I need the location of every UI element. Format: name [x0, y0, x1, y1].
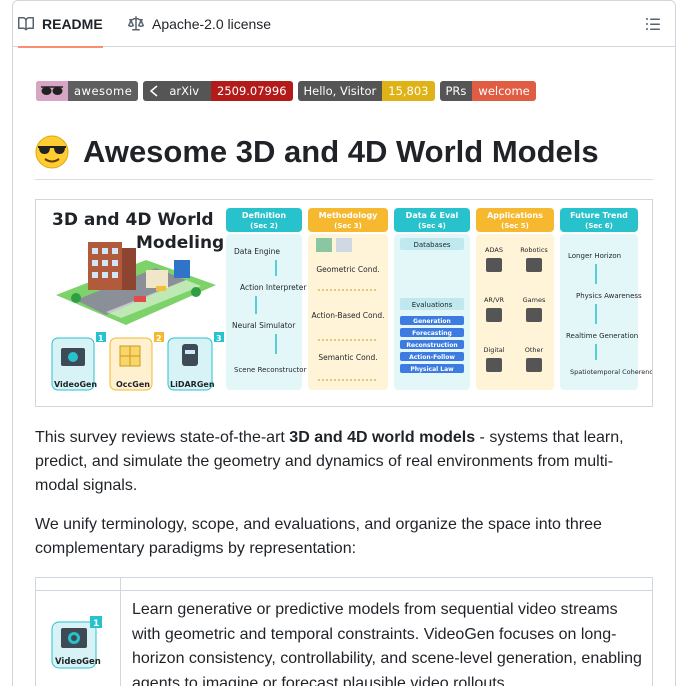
tab-readme-label: README: [42, 16, 103, 32]
paradigm-lidargen-num: 3: [216, 334, 222, 343]
awesome-glasses-icon: [41, 86, 63, 95]
arxiv-badge-value: 2509.07996: [211, 81, 293, 101]
data-eval-sec: (Sec 4): [418, 222, 446, 230]
outline-toggle-button[interactable]: [639, 11, 667, 37]
paradigm-table: 1 VideoGen Learn generative or predictiv…: [35, 577, 653, 686]
prs-badge-value: welcome: [472, 81, 536, 101]
paradigm-occgen: 2 OccGen: [109, 332, 164, 391]
paradigm-videogen-num: 1: [98, 334, 104, 343]
visitor-badge-count: 15,803: [382, 81, 435, 101]
future-trend-sec: (Sec 6): [585, 222, 613, 230]
videogen-row-description: Learn generative or predictive models fr…: [132, 601, 642, 686]
definition-sec: (Sec 2): [250, 222, 278, 230]
app-adas: ADAS: [485, 246, 503, 254]
definition-item-2: Action Interpreter: [240, 283, 307, 292]
awesome-badge-text: awesome: [68, 81, 139, 101]
readme-tab-bar: README Apache-2.0 license: [13, 1, 675, 48]
figure-column-applications: Applications (Sec 5) ADAS Robotics AR/VR…: [476, 208, 554, 390]
data-eval-evaluations: Evaluations: [412, 301, 453, 309]
arxiv-badge[interactable]: arXiv 2509.07996: [143, 81, 293, 101]
methodology-title: Methodology: [319, 211, 379, 220]
active-tab-underline: [18, 46, 103, 48]
paradigms-paragraph: We unify terminology, scope, and evaluat…: [35, 516, 602, 557]
paradigm-occgen-num: 2: [156, 334, 162, 343]
paradigm-lidargen-label: LiDARGen: [170, 380, 215, 389]
arxiv-logo-icon: [150, 85, 158, 97]
methodology-sec: (Sec 3): [334, 222, 362, 230]
page-title: Awesome 3D and 4D World Models: [35, 131, 653, 180]
methodology-item-3: Semantic Cond.: [318, 353, 377, 362]
eval-action-follow: Action-Follow: [409, 354, 455, 361]
figure-heading-line2: Modeling: [136, 233, 224, 253]
overview-figure-graphic: 3D and 4D World Modeling 1 VideoGen 2 Oc…: [51, 208, 657, 391]
figure-column-data-eval: Data & Eval (Sec 4) Databases Evaluation…: [394, 208, 470, 390]
eval-forecasting: Forecasting: [412, 330, 452, 337]
awesome-badge-logo: [36, 81, 68, 101]
videogen-row-icon-label: VideoGen: [55, 657, 101, 667]
eval-reconstruction: Reconstruction: [406, 342, 457, 349]
videogen-row-num: 1: [93, 619, 99, 629]
eval-physical-law: Physical Law: [410, 366, 454, 373]
law-scale-icon: [128, 16, 144, 31]
arxiv-badge-label: arXiv: [169, 84, 199, 98]
applications-title: Applications: [487, 211, 543, 220]
paradigm-lidargen: 3 LiDARGen: [167, 332, 224, 391]
future-item-1: Longer Horizon: [568, 252, 621, 260]
future-item-2: Physics Awareness: [576, 292, 642, 300]
future-item-4: Spatiotemporal Coherence: [570, 368, 652, 376]
badge-row: awesome arXiv 2509.07996 Hello, Visitor …: [36, 81, 536, 101]
app-other: Other: [525, 346, 544, 354]
definition-item-4: Scene Reconstructor: [234, 366, 307, 374]
outline-list-icon: [646, 18, 660, 30]
intro-paragraph: This survey reviews state-of-the-art 3D …: [35, 426, 645, 498]
prs-badge-label: PRs: [439, 81, 473, 101]
methodology-item-1: Geometric Cond.: [316, 265, 379, 274]
app-digital: Digital: [483, 346, 504, 354]
tab-license[interactable]: Apache-2.0 license: [128, 1, 271, 47]
arxiv-badge-left: arXiv: [143, 81, 211, 101]
visitor-badge[interactable]: Hello, Visitor 15,803: [297, 81, 435, 101]
figure-column-definition: Definition (Sec 2) Data Engine Action In…: [226, 208, 307, 390]
readme-panel: README Apache-2.0 license awesome arXiv …: [12, 0, 676, 686]
intro-text-bold: 3D and 4D world models: [289, 429, 476, 446]
future-item-3: Realtime Generation: [566, 332, 638, 340]
awesome-badge[interactable]: awesome: [36, 81, 139, 101]
eval-generation: Generation: [413, 318, 451, 325]
figure-column-future-trend: Future Trend (Sec 6) Longer Horizon Phys…: [560, 208, 657, 390]
sunglasses-emoji-icon: [35, 135, 69, 169]
intro-text-start: This survey reviews state-of-the-art: [35, 429, 290, 446]
page-title-text: Awesome 3D and 4D World Models: [83, 134, 599, 169]
app-arvr: AR/VR: [484, 296, 505, 304]
applications-sec: (Sec 5): [501, 222, 529, 230]
definition-item-3: Neural Simulator: [232, 321, 296, 330]
figure-column-methodology: Methodology (Sec 3) Geometric Cond. Acti…: [308, 208, 388, 390]
app-robotics: Robotics: [520, 246, 548, 254]
book-icon: [18, 16, 34, 31]
paradigm-videogen: 1 VideoGen: [51, 332, 106, 391]
city-scene-illustration: [56, 242, 216, 325]
definition-item-1: Data Engine: [234, 247, 280, 256]
videogen-row-icon: 1 VideoGen: [48, 612, 108, 672]
paradigm-table-header: [36, 578, 652, 591]
tab-license-label: Apache-2.0 license: [152, 16, 272, 32]
figure-heading-line1: 3D and 4D World: [52, 210, 214, 230]
methodology-item-2: Action-Based Cond.: [311, 311, 384, 320]
paradigm-videogen-label: VideoGen: [54, 380, 97, 389]
overview-figure[interactable]: 3D and 4D World Modeling 1 VideoGen 2 Oc…: [35, 199, 657, 407]
table-column-divider: [120, 578, 121, 686]
future-trend-title: Future Trend: [570, 211, 628, 220]
data-eval-databases: Databases: [413, 241, 450, 249]
visitor-badge-label: Hello, Visitor: [297, 81, 383, 101]
tab-readme[interactable]: README: [18, 1, 103, 48]
app-games: Games: [523, 296, 546, 304]
definition-title: Definition: [242, 211, 286, 220]
paradigm-occgen-label: OccGen: [116, 380, 150, 389]
prs-welcome-badge[interactable]: PRs welcome: [439, 81, 536, 101]
data-eval-title: Data & Eval: [406, 211, 459, 220]
